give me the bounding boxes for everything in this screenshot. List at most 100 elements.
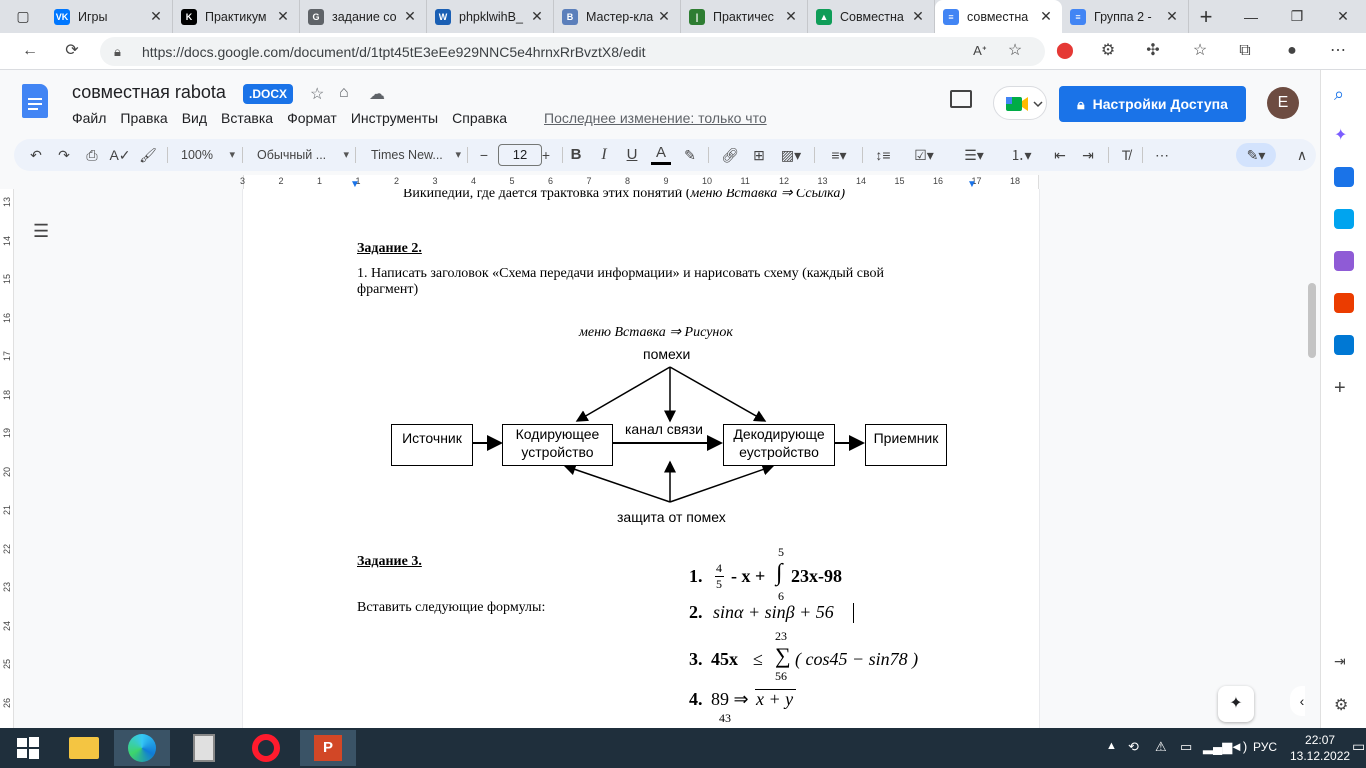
text-color-icon[interactable]: A: [651, 143, 671, 165]
information-transfer-diagram[interactable]: помехи Источник Кодирующее устройство ка…: [383, 339, 963, 539]
zoom-select[interactable]: 100%: [181, 143, 235, 167]
formula-3[interactable]: 3. 45x ≤ 23 ∑ 56 ( cos45 − sin78 ): [689, 629, 949, 685]
edge-icon[interactable]: [114, 730, 170, 766]
volume-icon[interactable]: ◄): [1230, 739, 1247, 754]
tab-close-icon[interactable]: ✕: [529, 8, 545, 25]
window-menu-icon[interactable]: ▢: [0, 0, 46, 33]
add-icon[interactable]: +: [1334, 377, 1354, 399]
menu-view[interactable]: Вид: [182, 110, 207, 126]
underline-icon[interactable]: U: [622, 143, 642, 167]
more-icon[interactable]: ⋯: [1150, 143, 1174, 167]
menu-insert[interactable]: Вставка: [221, 110, 273, 126]
formula-1[interactable]: 1. 4 5 - x + 5 ∫ 6 23x-98: [689, 545, 889, 605]
browser-tab[interactable]: Gзадание со ✕: [300, 0, 427, 33]
menu-tools[interactable]: Инструменты: [351, 110, 438, 126]
opera-icon[interactable]: [238, 730, 294, 766]
favorites-icon[interactable]: ☆: [1190, 41, 1210, 61]
more-menu-icon[interactable]: ⋯: [1328, 41, 1348, 61]
powerpoint-icon[interactable]: P: [300, 730, 356, 766]
office-icon[interactable]: [1334, 293, 1354, 313]
undo-icon[interactable]: ↶: [24, 143, 48, 167]
browser-tab[interactable]: ≡ Группа 2 - ✕: [1062, 0, 1189, 33]
side-panel-toggle-icon[interactable]: ‹: [1290, 686, 1305, 716]
decrease-indent-icon[interactable]: ⇤: [1048, 143, 1072, 167]
collapse-menus-icon[interactable]: ∧: [1292, 143, 1312, 167]
bulleted-list-icon[interactable]: ☰▾: [957, 143, 991, 167]
file-explorer-icon[interactable]: [56, 730, 112, 766]
redo-icon[interactable]: ↷: [52, 143, 76, 167]
tab-close-icon[interactable]: ✕: [783, 8, 799, 25]
line-spacing-icon[interactable]: ↕≡: [871, 143, 895, 167]
browser-tab[interactable]: ≡ совместна ✕: [935, 0, 1062, 33]
font-size-decrease-icon[interactable]: −: [474, 143, 494, 167]
clear-formatting-icon[interactable]: T̸: [1114, 143, 1138, 167]
style-select[interactable]: Обычный ...: [257, 143, 349, 167]
tab-close-icon[interactable]: ✕: [402, 8, 418, 25]
reload-icon[interactable]: ⟳: [62, 41, 82, 61]
browser-tab[interactable]: | Практичес ✕: [681, 0, 808, 33]
menu-help[interactable]: Справка: [452, 110, 507, 126]
read-aloud-icon[interactable]: Aᐩ: [970, 41, 990, 61]
tab-close-icon[interactable]: ✕: [275, 8, 291, 25]
avatar[interactable]: E: [1267, 87, 1299, 119]
tab-close-icon[interactable]: ✕: [148, 8, 164, 25]
move-folder-icon[interactable]: ⌂: [339, 84, 349, 102]
highlight-icon[interactable]: ✎: [680, 143, 700, 167]
wifi-icon[interactable]: ▂▄▆: [1203, 739, 1232, 755]
formula-4[interactable]: 4. 89 ⇒ x + y 43: [689, 685, 889, 725]
browser-tab[interactable]: B Мастер-кла ✕: [554, 0, 681, 33]
collections-icon[interactable]: ⧉: [1235, 41, 1255, 61]
browser-tab[interactable]: VK Игры ✕: [46, 0, 173, 33]
extension-icon[interactable]: ⬤: [1055, 41, 1075, 61]
close-window-icon[interactable]: ✕: [1320, 0, 1366, 33]
scrollbar-thumb[interactable]: [1308, 283, 1316, 358]
browser-tab[interactable]: ▲ Совместна ✕: [808, 0, 935, 33]
tray-battery-icon[interactable]: ▭: [1180, 739, 1192, 755]
checklist-icon[interactable]: ☑▾: [907, 143, 941, 167]
browser-tab[interactable]: WphpklwihB_ ✕: [427, 0, 554, 33]
explore-button[interactable]: ✦: [1218, 686, 1254, 722]
spellcheck-icon[interactable]: A✓: [108, 143, 132, 167]
document-page[interactable]: Википедии, где дается трактовка этих пон…: [243, 189, 1039, 729]
outline-icon[interactable]: ☰: [33, 221, 49, 242]
start-button[interactable]: [0, 730, 56, 766]
extension-2-icon[interactable]: ⚙: [1098, 41, 1118, 61]
align-icon[interactable]: ≡▾: [824, 143, 854, 167]
games-icon[interactable]: [1334, 251, 1354, 271]
tab-close-icon[interactable]: ✕: [910, 8, 926, 25]
new-tab-button[interactable]: +: [1189, 4, 1223, 30]
menu-file[interactable]: Файл: [72, 110, 106, 126]
shopping-icon[interactable]: [1334, 167, 1354, 187]
outlook-icon[interactable]: [1334, 335, 1354, 355]
share-button[interactable]: 🔒︎ Настройки Доступа: [1059, 86, 1246, 122]
cloud-status-icon[interactable]: ☁: [369, 84, 385, 104]
paint-format-icon[interactable]: 🖌︎: [136, 143, 160, 167]
image-icon[interactable]: ▨▾: [776, 143, 806, 167]
minimize-icon[interactable]: —: [1228, 0, 1274, 33]
tab-close-icon[interactable]: ✕: [656, 8, 672, 25]
tab-close-icon[interactable]: ✕: [1164, 8, 1180, 25]
settings-icon[interactable]: ⚙: [1334, 695, 1354, 715]
document-title[interactable]: совместная rabota: [72, 82, 226, 103]
docs-logo-icon[interactable]: [22, 84, 48, 118]
restore-icon[interactable]: ❐: [1274, 0, 1320, 33]
numbered-list-icon[interactable]: ⒈▾: [1004, 143, 1038, 167]
tray-overflow-icon[interactable]: ▲: [1106, 740, 1117, 752]
hide-sidebar-icon[interactable]: ⇥: [1334, 653, 1354, 673]
address-input[interactable]: 🔒︎ https://docs.google.com/document/d/1t…: [100, 37, 1045, 66]
link-icon[interactable]: 🔗︎: [718, 143, 742, 167]
menu-format[interactable]: Формат: [287, 110, 337, 126]
star-icon[interactable]: ☆: [310, 84, 324, 104]
favorite-add-icon[interactable]: ☆: [1005, 41, 1025, 61]
copilot-icon[interactable]: ✦: [1334, 125, 1354, 145]
back-icon[interactable]: ←: [20, 41, 40, 61]
comments-icon[interactable]: [950, 90, 972, 108]
last-edit-link[interactable]: Последнее изменение: только что: [544, 110, 767, 126]
search-icon[interactable]: ⌕: [1334, 84, 1354, 104]
comment-icon[interactable]: ⊞: [747, 143, 771, 167]
bold-icon[interactable]: B: [566, 143, 586, 167]
profile-icon[interactable]: ●: [1282, 41, 1302, 61]
editing-mode-icon[interactable]: ✎▾: [1236, 143, 1276, 167]
input-language[interactable]: РУС: [1253, 740, 1277, 754]
clock[interactable]: 22:07 13.12.2022: [1290, 732, 1350, 764]
